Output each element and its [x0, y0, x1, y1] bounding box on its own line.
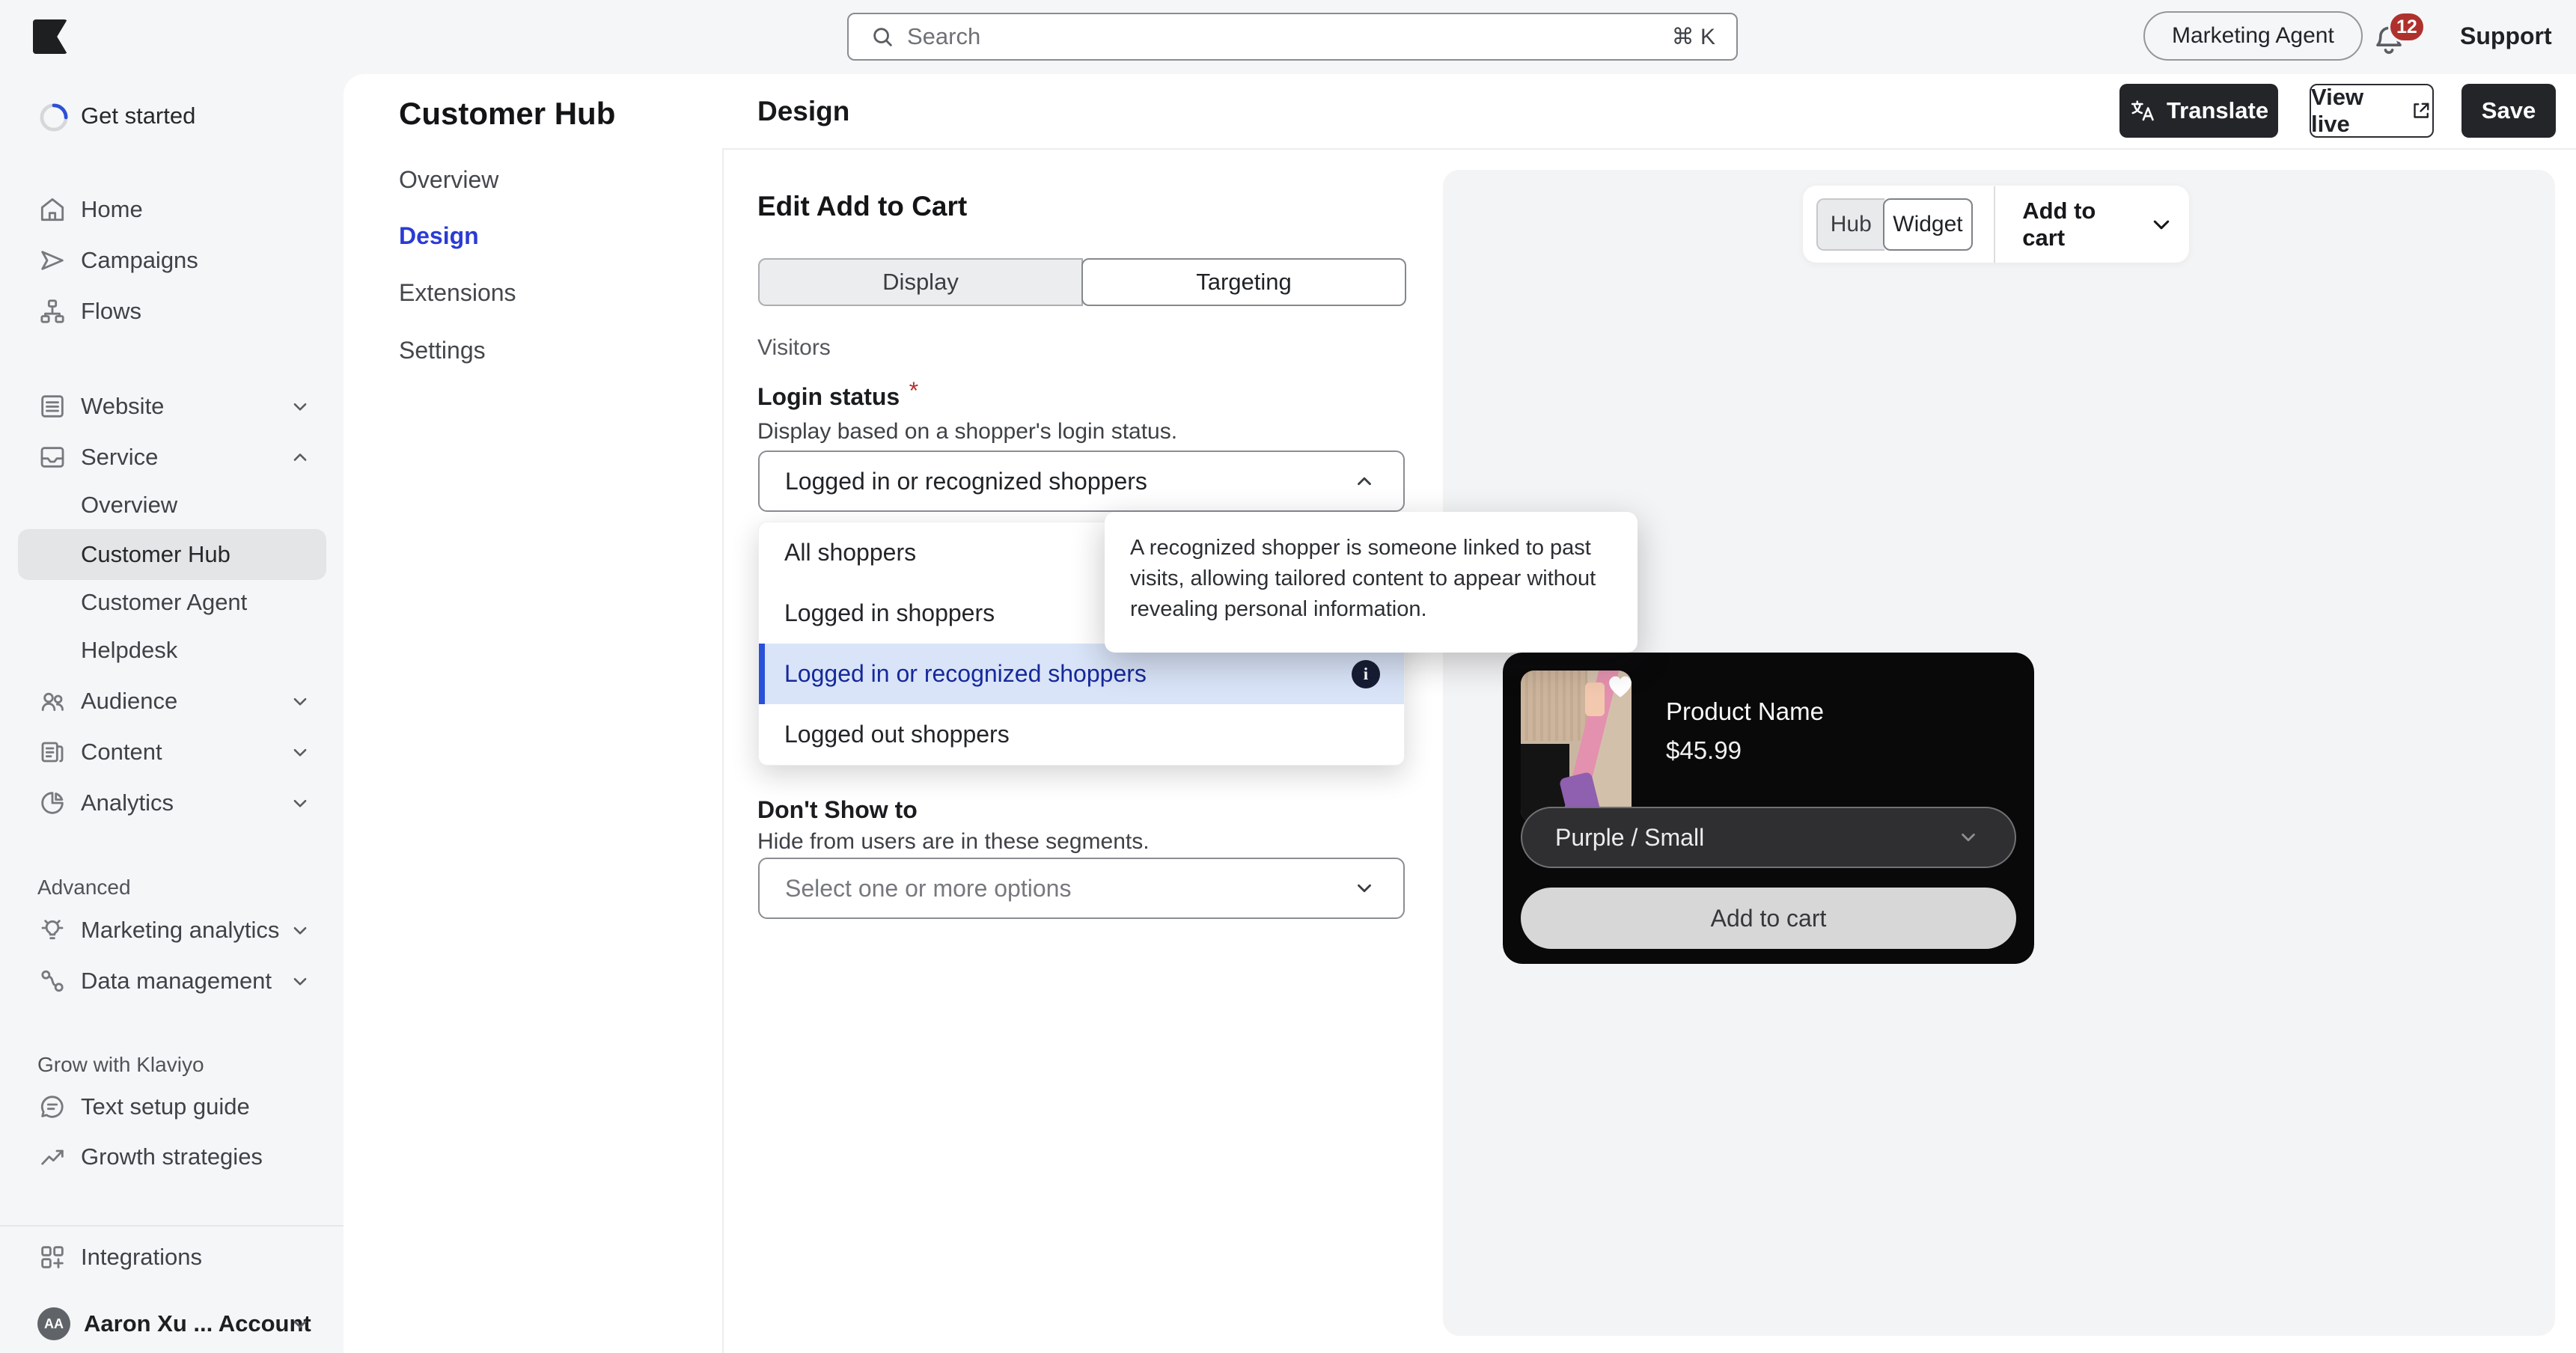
sidebar-item-customer-agent[interactable]: Customer Agent: [18, 577, 326, 628]
view-live-button[interactable]: View live: [2310, 84, 2434, 138]
menu-option-logged-in-or-recognized[interactable]: Logged in or recognized shoppers i: [759, 644, 1404, 704]
sidebar-item-website[interactable]: Website: [18, 381, 326, 432]
pie-chart-icon: [37, 788, 67, 818]
sidebar-item-service-overview[interactable]: Overview: [18, 480, 326, 531]
sidebar-section-advanced: Advanced: [37, 876, 131, 899]
sidebar-item-flows[interactable]: Flows: [18, 286, 326, 337]
tab-display[interactable]: Display: [758, 258, 1083, 306]
support-link[interactable]: Support: [2460, 22, 2552, 50]
chevron-up-icon: [287, 445, 313, 470]
sidebar-section-grow: Grow with Klaviyo: [37, 1053, 204, 1076]
subnav-item-overview[interactable]: Overview: [399, 163, 498, 196]
subnav-item-extensions[interactable]: Extensions: [399, 276, 516, 309]
sidebar-item-data-management[interactable]: Data management: [18, 956, 326, 1007]
marketing-agent-button[interactable]: Marketing Agent: [2143, 11, 2363, 61]
sidebar-item-service[interactable]: Service: [18, 432, 326, 483]
lightbulb-icon: [37, 915, 67, 945]
sidebar-item-text-setup-guide[interactable]: Text setup guide: [18, 1081, 326, 1132]
required-asterisk: *: [909, 377, 919, 404]
send-icon: [37, 245, 67, 275]
add-to-cart-button[interactable]: Add to cart: [1521, 888, 2016, 949]
login-status-label: Login status *: [757, 377, 919, 410]
product-price: $45.99: [1666, 736, 1742, 764]
chat-bubble-icon: [37, 1092, 67, 1122]
sidebar-item-growth-strategies[interactable]: Growth strategies: [18, 1131, 326, 1182]
data-nodes-icon: [37, 966, 67, 996]
subnav-item-settings[interactable]: Settings: [399, 334, 486, 367]
translate-icon: [2129, 97, 2156, 124]
section-title: Edit Add to Cart: [757, 191, 968, 222]
sidebar-item-customer-hub[interactable]: Customer Hub: [18, 529, 326, 580]
preview-toggle-widget[interactable]: Widget: [1882, 198, 1974, 251]
variant-select[interactable]: Purple / Small: [1521, 807, 2016, 868]
sidebar-item-analytics[interactable]: Analytics: [18, 778, 326, 828]
subnav-item-design[interactable]: Design: [399, 219, 479, 252]
account-menu[interactable]: AA Aaron Xu ... Account: [18, 1298, 326, 1349]
login-status-select[interactable]: Logged in or recognized shoppers: [758, 451, 1405, 512]
notification-badge: 12: [2388, 11, 2426, 43]
menu-option-logged-out[interactable]: Logged out shoppers: [759, 704, 1404, 765]
header-divider: [722, 148, 2576, 150]
dont-show-label: Don't Show to: [757, 796, 918, 823]
chevron-up-icon: [1351, 468, 1378, 495]
trend-up-icon: [37, 1142, 67, 1172]
external-link-icon: [2410, 100, 2432, 122]
sidebar-item-get-started[interactable]: Get started: [18, 91, 326, 141]
klaviyo-logo: [33, 19, 67, 54]
progress-ring-icon: [37, 101, 68, 132]
chevron-down-icon: [287, 790, 313, 816]
sidebar-item-campaigns[interactable]: Campaigns: [18, 235, 326, 286]
preview-context-dropdown[interactable]: Add to cart: [1995, 198, 2176, 251]
integrations-icon: [37, 1242, 67, 1272]
flows-icon: [37, 296, 67, 326]
dont-show-select[interactable]: Select one or more options: [758, 858, 1405, 919]
chevron-down-icon: [287, 394, 313, 419]
chevron-down-icon: [2147, 210, 2176, 239]
subnav-title: Customer Hub: [399, 96, 616, 131]
sidebar-divider: [0, 1225, 344, 1227]
avatar: AA: [37, 1307, 70, 1340]
sidebar-item-content[interactable]: Content: [18, 727, 326, 778]
sidebar-item-marketing-analytics[interactable]: Marketing analytics: [18, 905, 326, 956]
save-button[interactable]: Save: [2461, 84, 2556, 138]
inbox-icon: [37, 442, 67, 472]
preview-panel: Hub Widget Add to cart Product Name $45.…: [1443, 170, 2555, 1336]
chevron-down-icon: [287, 688, 313, 714]
product-name: Product Name: [1666, 697, 1824, 725]
page-title: Design: [757, 96, 850, 126]
sidebar-item-helpdesk[interactable]: Helpdesk: [18, 625, 326, 676]
wishlist-heart-icon[interactable]: [1602, 666, 1639, 703]
translate-button[interactable]: Translate: [2119, 84, 2278, 138]
dont-show-helper: Hide from users are in these segments.: [757, 829, 1150, 854]
sidebar-item-audience[interactable]: Audience: [18, 676, 326, 727]
preview-toggle-hub[interactable]: Hub: [1816, 198, 1884, 251]
search-placeholder: Search: [907, 23, 981, 49]
search-shortcut: ⌘ K: [1671, 24, 1715, 49]
chevron-down-icon: [287, 968, 313, 994]
tab-targeting[interactable]: Targeting: [1081, 258, 1406, 306]
home-icon: [37, 195, 67, 225]
search-icon: [870, 24, 895, 49]
sidebar-item-home[interactable]: Home: [18, 184, 326, 235]
subnav-divider: [722, 150, 724, 1353]
tabs: Display Targeting: [758, 258, 1406, 306]
product-card: Product Name $45.99 Purple / Small Add t…: [1503, 653, 2034, 964]
chevron-down-icon: [287, 917, 313, 943]
website-icon: [37, 391, 67, 421]
search-input[interactable]: Search ⌘ K: [847, 13, 1738, 61]
chevron-down-icon: [1351, 875, 1378, 902]
content-icon: [37, 737, 67, 767]
visitors-label: Visitors: [757, 335, 831, 360]
recognized-shopper-tooltip: A recognized shopper is someone linked t…: [1105, 512, 1638, 653]
sidebar-item-integrations[interactable]: Integrations: [18, 1232, 326, 1283]
login-status-helper: Display based on a shopper's login statu…: [757, 419, 1178, 444]
preview-toolbar: Hub Widget Add to cart: [1803, 186, 2189, 263]
chevron-down-icon: [287, 1311, 313, 1337]
chevron-down-icon: [287, 739, 313, 765]
chevron-down-icon: [1955, 824, 1982, 851]
info-icon[interactable]: i: [1352, 659, 1380, 688]
audience-icon: [37, 686, 67, 716]
